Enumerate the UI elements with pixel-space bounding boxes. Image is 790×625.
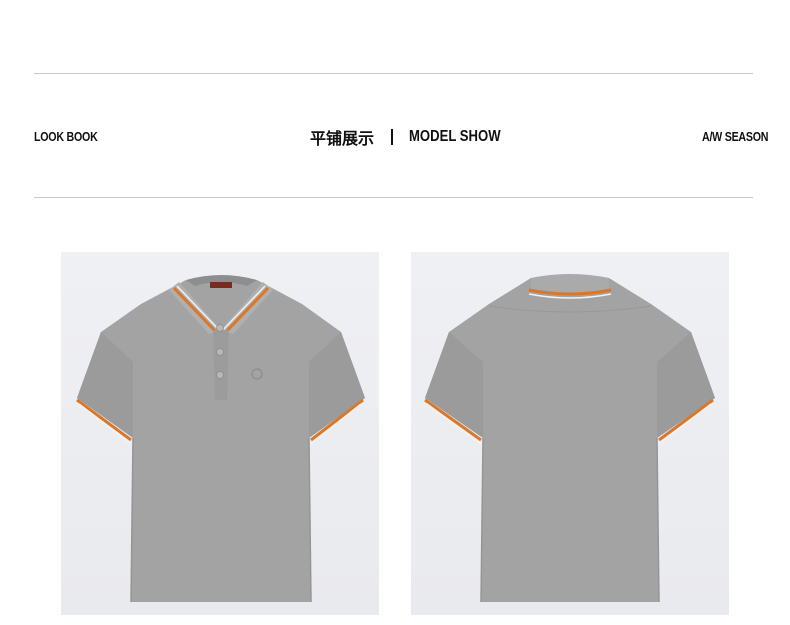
button-1 (216, 324, 224, 332)
polo-front-image (61, 252, 379, 615)
button-3 (216, 371, 224, 379)
look-book-label: LOOK BOOK (34, 129, 98, 144)
button-2 (216, 348, 224, 356)
section-title: 平铺展示 MODEL SHOW (310, 126, 521, 148)
shirt-body (425, 278, 715, 602)
bottom-divider (34, 197, 753, 198)
polo-back-image (411, 252, 729, 615)
section-title-en: MODEL SHOW (409, 128, 501, 145)
season-label: A/W SEASON (702, 129, 769, 144)
title-separator (391, 129, 394, 145)
placket (213, 330, 229, 400)
neck-label (210, 282, 232, 288)
top-divider (34, 73, 753, 74)
section-title-cn: 平铺展示 (310, 129, 375, 148)
